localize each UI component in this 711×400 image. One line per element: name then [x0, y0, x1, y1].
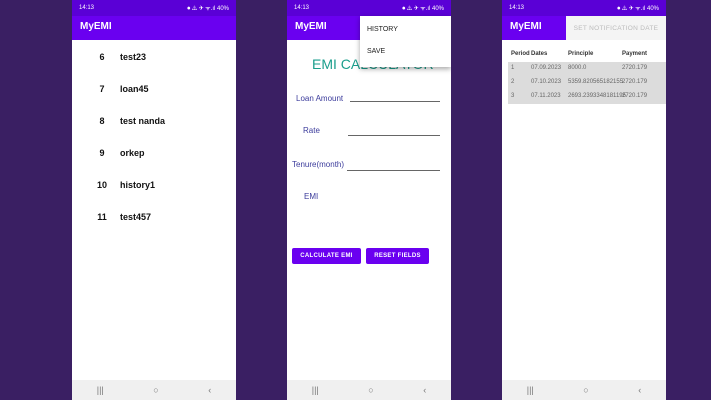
- table-row: 3 07.11.2023 2693.2393348181195 2720.179: [508, 90, 666, 104]
- menu-item-save[interactable]: SAVE: [367, 48, 385, 55]
- status-time: 14:13: [79, 5, 95, 11]
- loan-amount-input[interactable]: [350, 101, 440, 102]
- status-icons: ⏺ ⚠ ✈ ᯤ.ıl 40%: [187, 5, 229, 12]
- cell-date: 07.10.2023: [531, 79, 562, 85]
- system-nav-bar: ||| ○ ‹: [72, 380, 236, 400]
- app-title: MyEMI: [510, 21, 542, 32]
- overflow-menu: HISTORY SAVE: [360, 16, 451, 67]
- home-icon[interactable]: ○: [153, 385, 158, 395]
- app-title: MyEMI: [80, 21, 112, 32]
- status-bar: 14:13 ⏺ ⚠ ✈ ᯤ.ıl 40%: [72, 0, 236, 16]
- back-icon[interactable]: ‹: [208, 385, 211, 395]
- cell-principle: 8000.0: [568, 65, 587, 71]
- table-header: Period Dates Principle Payment: [508, 48, 666, 62]
- cell-period: 1: [511, 65, 515, 71]
- tenure-label: Tenure(month): [292, 160, 345, 169]
- recents-icon[interactable]: |||: [97, 385, 104, 395]
- calculate-emi-button[interactable]: CALCULATE EMI: [292, 248, 361, 264]
- back-icon[interactable]: ‹: [423, 385, 426, 395]
- header-principle: Principle: [568, 51, 594, 57]
- payment-schedule-table: Period Dates Principle Payment 1 07.09.2…: [508, 48, 666, 104]
- list-item-number: 7: [99, 84, 105, 94]
- back-icon[interactable]: ‹: [638, 385, 641, 395]
- cell-payment: 2720.179: [622, 79, 648, 85]
- list-item-name: test nanda: [120, 116, 166, 126]
- table-row: 2 07.10.2023 5359.820565182155 2720.179: [508, 76, 666, 90]
- phone-screen-calculator: 14:13 ⏺ ⚠ ✈ ᯤ.ıl 40% MyEMI HISTORY SAVE …: [287, 0, 451, 400]
- app-title: MyEMI: [295, 21, 327, 32]
- list-item-number: 8: [99, 116, 105, 126]
- emi-label: EMI: [304, 192, 319, 201]
- cell-principle: 2693.2393348181195: [568, 93, 626, 99]
- rate-label: Rate: [303, 126, 320, 135]
- cell-date: 07.11.2023: [531, 93, 561, 99]
- rate-input[interactable]: [348, 135, 440, 136]
- home-icon[interactable]: ○: [583, 385, 588, 395]
- phone-screen-saved-list: 14:13 ⏺ ⚠ ✈ ᯤ.ıl 40% MyEMI 6 test23 7 lo…: [72, 0, 236, 400]
- home-icon[interactable]: ○: [368, 385, 373, 395]
- table-row: 1 07.09.2023 8000.0 2720.179: [508, 62, 666, 76]
- tenure-input[interactable]: [347, 170, 440, 171]
- app-bar: MyEMI: [72, 16, 236, 40]
- cell-principle: 5359.820565182155: [568, 79, 624, 85]
- loan-amount-label: Loan Amount: [296, 94, 344, 103]
- status-icons: ⏺ ⚠ ✈ ᯤ.ıl 40%: [617, 5, 659, 12]
- set-notification-date-button[interactable]: SET NOTIFICATION DATE: [566, 16, 666, 40]
- system-nav-bar: ||| ○ ‹: [287, 380, 451, 400]
- cell-date: 07.09.2023: [531, 65, 562, 71]
- cell-period: 3: [511, 93, 515, 99]
- status-time: 14:13: [294, 5, 310, 11]
- status-time: 14:13: [509, 5, 525, 11]
- list-item-number: 10: [96, 180, 107, 190]
- list-item-name: orkep: [120, 148, 145, 158]
- menu-item-history[interactable]: HISTORY: [367, 26, 398, 33]
- header-payment: Payment: [622, 51, 648, 57]
- header-period: Period: [511, 51, 530, 57]
- status-bar: 14:13 ⏺ ⚠ ✈ ᯤ.ıl 40%: [502, 0, 666, 16]
- phone-screen-schedule: 14:13 ⏺ ⚠ ✈ ᯤ.ıl 40% MyEMI SET NOTIFICAT…: [502, 0, 666, 400]
- list-item-number: 6: [99, 52, 105, 62]
- list-item-name: history1: [120, 180, 156, 190]
- recents-icon[interactable]: |||: [527, 385, 534, 395]
- list-item-name: test457: [120, 212, 152, 222]
- cell-period: 2: [511, 79, 515, 85]
- recents-icon[interactable]: |||: [312, 385, 319, 395]
- reset-fields-button[interactable]: RESET FIELDS: [366, 248, 429, 264]
- status-icons: ⏺ ⚠ ✈ ᯤ.ıl 40%: [402, 5, 444, 12]
- cell-payment: 2720.179: [622, 65, 648, 71]
- list-item-name: test23: [120, 52, 147, 62]
- system-nav-bar: ||| ○ ‹: [502, 380, 666, 400]
- list-item-number: 11: [97, 212, 107, 222]
- header-dates: Dates: [531, 51, 548, 57]
- list-item-name: loan45: [120, 84, 149, 94]
- cell-payment: 2720.179: [622, 93, 648, 99]
- list-item-number: 9: [99, 148, 105, 158]
- status-bar: 14:13 ⏺ ⚠ ✈ ᯤ.ıl 40%: [287, 0, 451, 16]
